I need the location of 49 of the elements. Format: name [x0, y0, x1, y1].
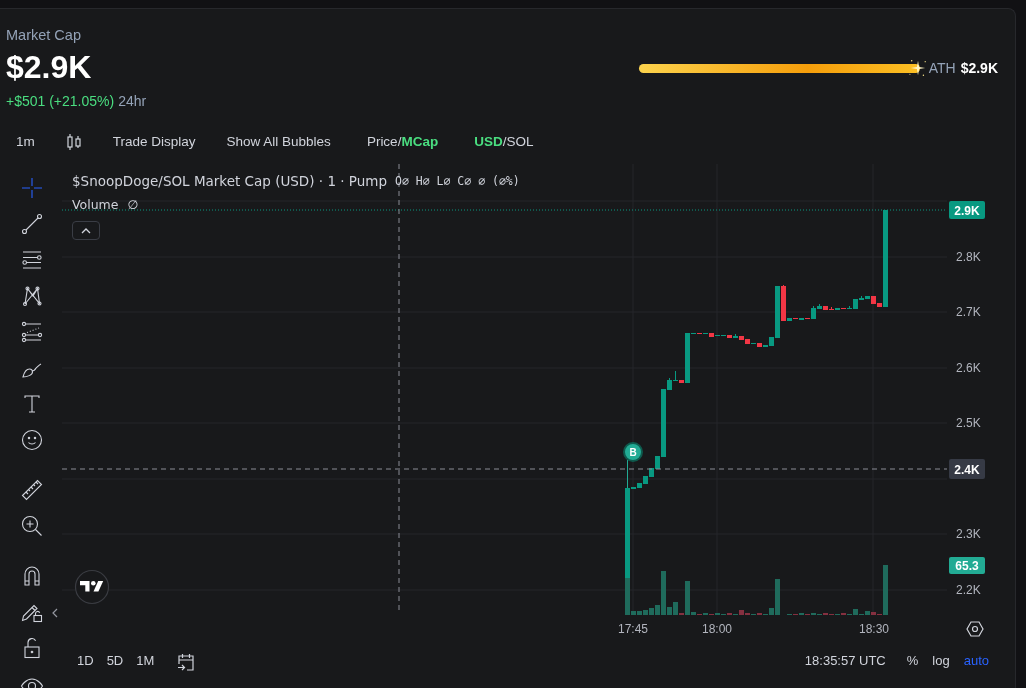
period-text: 24hr [118, 92, 147, 110]
volume-label: Volume [72, 196, 119, 212]
time-axis-label: 18:00 [702, 622, 732, 636]
ath-value: $2.9K [960, 60, 998, 76]
scale-option-button[interactable]: auto [963, 651, 989, 671]
chart-title: $SnoopDoge/SOL Market Cap (USD) · 1 · Pump [72, 173, 388, 189]
settings-icon[interactable] [966, 621, 984, 637]
market-cap-label: Market Cap [6, 26, 82, 44]
zoom-in-icon[interactable] [20, 514, 44, 538]
price-change-text: +$501 (+21.05%) [6, 92, 115, 110]
toolbar-button[interactable]: Trade Display [112, 132, 196, 152]
price-mcap-toggle[interactable]: Price/MCap [366, 132, 439, 152]
timezone-clock[interactable]: 18:35:57 UTC [804, 651, 886, 671]
collapse-button[interactable] [72, 221, 100, 240]
chart-logo-icon[interactable] [74, 569, 110, 605]
scale-option-button[interactable]: log [932, 651, 950, 671]
range-button[interactable]: 1D [77, 651, 94, 671]
volume-badge: 65.3 [949, 557, 985, 574]
ohlc-values: O∅ H∅ L∅ C∅ ∅ (∅%) [395, 174, 520, 188]
parallel-lines-icon[interactable] [20, 320, 44, 344]
candlestick-icon[interactable] [65, 133, 82, 151]
range-button[interactable]: 1M [136, 651, 155, 671]
price-axis-label: 2.3K [956, 527, 981, 541]
sparkle-icon [908, 58, 927, 77]
last-price-badge: 2.9K [949, 201, 985, 219]
pattern-icon[interactable] [20, 284, 44, 308]
crosshair-price-badge: 2.4K [949, 459, 985, 479]
ath-label: ATH [928, 60, 956, 76]
time-axis-label: 18:30 [859, 622, 889, 636]
smiley-icon[interactable] [20, 428, 44, 452]
caret-up-icon [81, 227, 91, 234]
time-axis-label: 17:45 [618, 622, 648, 636]
price-axis-label: 2.7K [956, 305, 981, 319]
horizontal-lines-icon[interactable] [20, 248, 44, 272]
range-button[interactable]: 5D [106, 651, 124, 671]
ruler-icon[interactable] [20, 478, 44, 502]
volume-value: ∅ [127, 196, 139, 212]
scale-option-button[interactable]: % [906, 651, 919, 671]
chevron-left-icon[interactable] [52, 608, 58, 618]
interval-button[interactable]: 1m [16, 132, 35, 152]
toolbar-button[interactable]: Show All Bubbles [226, 132, 331, 152]
price-axis-label: 2.6K [956, 361, 981, 375]
price-axis-label: 2.8K [956, 250, 981, 264]
market-cap-value: $2.9K [6, 49, 93, 85]
trend-line-icon[interactable] [20, 212, 44, 236]
calendar-icon[interactable] [176, 652, 197, 672]
price-axis-label: 2.5K [956, 416, 981, 430]
currency-toggle[interactable]: USD/SOL [474, 132, 534, 152]
price-axis-label: 2.2K [956, 583, 981, 597]
